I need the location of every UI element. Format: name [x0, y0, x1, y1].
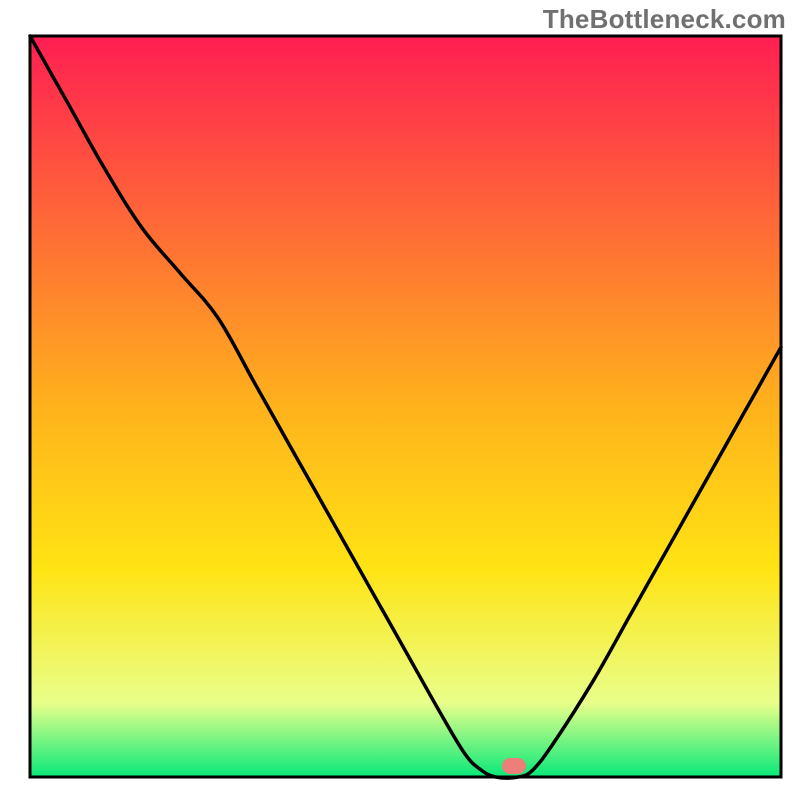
optimal-point-marker	[502, 758, 526, 774]
chart-background	[30, 36, 781, 777]
bottleneck-chart: TheBottleneck.com	[0, 0, 800, 800]
chart-svg	[0, 0, 800, 800]
